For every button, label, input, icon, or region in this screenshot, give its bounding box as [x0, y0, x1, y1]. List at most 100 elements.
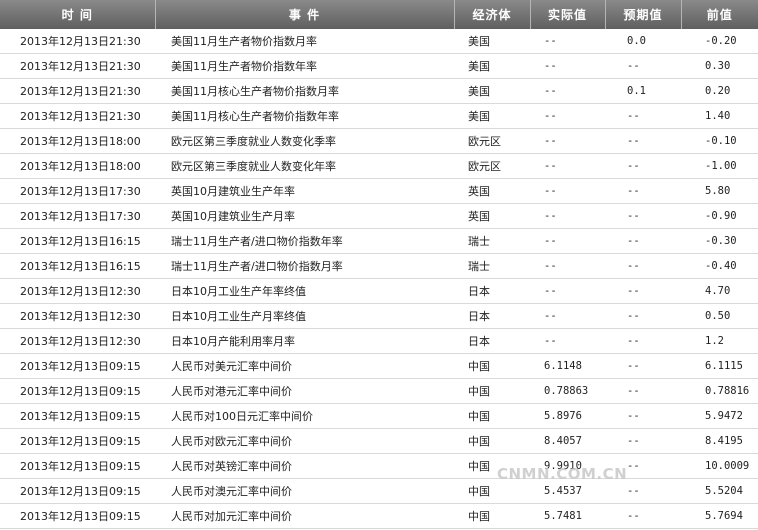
cell-economy: 中国 [454, 353, 530, 379]
cell-economy: 英国 [454, 178, 530, 204]
table-row: 2013年12月13日09:15 人民币对美元汇率中间价 中国 6.1148 -- 6.1… [0, 353, 758, 379]
cell-previous: 5.7694 [681, 503, 758, 529]
cell-time: 2013年12月13日17:30 [0, 178, 155, 204]
cell-economy: 美国 [454, 78, 530, 104]
economic-calendar-table: 时 间 事 件 经济体 实际值 预期值 前值 2013年12月13日21:30 美… [0, 0, 758, 529]
cell-time: 2013年12月13日21:30 [0, 103, 155, 129]
cell-previous: -0.30 [681, 228, 758, 254]
cell-event: 美国11月生产者物价指数年率 [155, 53, 454, 79]
cell-economy: 中国 [454, 378, 530, 404]
cell-forecast: -- [605, 103, 681, 129]
cell-event: 人民币对100日元汇率中间价 [155, 403, 454, 429]
table-row: 2013年12月13日16:15 瑞士11月生产者/进口物价指数月率 瑞士 -- -- -… [0, 253, 758, 279]
cell-forecast: -- [605, 378, 681, 404]
cell-actual: -- [530, 278, 605, 304]
cell-economy: 日本 [454, 328, 530, 354]
cell-event: 欧元区第三季度就业人数变化季率 [155, 128, 454, 154]
cell-actual: -- [530, 153, 605, 179]
cell-previous: 1.40 [681, 103, 758, 129]
cell-time: 2013年12月13日09:15 [0, 353, 155, 379]
cell-actual: 0.78863 [530, 378, 605, 404]
cell-actual: -- [530, 203, 605, 229]
cell-economy: 欧元区 [454, 128, 530, 154]
cell-event: 日本10月工业生产月率终值 [155, 303, 454, 329]
table-row: 2013年12月13日18:00 欧元区第三季度就业人数变化季率 欧元区 -- -- -0… [0, 128, 758, 154]
cell-time: 2013年12月13日16:15 [0, 253, 155, 279]
table-row: 2013年12月13日21:30 美国11月核心生产者物价指数年率 美国 -- -- 1.… [0, 103, 758, 129]
cell-economy: 中国 [454, 428, 530, 454]
table-header: 时 间 事 件 经济体 实际值 预期值 前值 [0, 0, 758, 29]
cell-actual: -- [530, 328, 605, 354]
cell-event: 美国11月核心生产者物价指数月率 [155, 78, 454, 104]
cell-forecast: -- [605, 128, 681, 154]
cell-actual: 6.1148 [530, 353, 605, 379]
cell-economy: 瑞士 [454, 228, 530, 254]
cell-forecast: -- [605, 503, 681, 529]
cell-actual: -- [530, 128, 605, 154]
header-event: 事 件 [155, 0, 455, 29]
cell-forecast: -- [605, 428, 681, 454]
cell-economy: 日本 [454, 278, 530, 304]
cell-forecast: -- [605, 203, 681, 229]
cell-previous: -0.20 [681, 29, 758, 54]
cell-time: 2013年12月13日09:15 [0, 403, 155, 429]
cell-previous: 0.20 [681, 78, 758, 104]
cell-time: 2013年12月13日16:15 [0, 228, 155, 254]
header-forecast: 预期值 [605, 0, 682, 29]
cell-event: 人民币对港元汇率中间价 [155, 378, 454, 404]
cell-actual: -- [530, 253, 605, 279]
table-body: 2013年12月13日21:30 美国11月生产者物价指数月率 美国 -- 0.0 -0.… [0, 29, 758, 529]
header-economy: 经济体 [454, 0, 531, 29]
cell-actual: 5.8976 [530, 403, 605, 429]
table-row: 2013年12月13日09:15 人民币对欧元汇率中间价 中国 8.4057 -- 8.4… [0, 428, 758, 454]
cell-previous: 6.1115 [681, 353, 758, 379]
cell-time: 2013年12月13日18:00 [0, 128, 155, 154]
cell-forecast: -- [605, 153, 681, 179]
table-row: 2013年12月13日12:30 日本10月工业生产年率终值 日本 -- -- 4.70 [0, 278, 758, 304]
cell-economy: 美国 [454, 53, 530, 79]
cell-event: 人民币对英镑汇率中间价 [155, 453, 454, 479]
cell-economy: 美国 [454, 29, 530, 54]
cell-previous: 1.2 [681, 328, 758, 354]
cell-previous: 0.50 [681, 303, 758, 329]
cell-previous: 5.9472 [681, 403, 758, 429]
cell-event: 美国11月生产者物价指数月率 [155, 29, 454, 54]
cell-event: 人民币对欧元汇率中间价 [155, 428, 454, 454]
table-row: 2013年12月13日17:30 英国10月建筑业生产年率 英国 -- -- 5.80 [0, 178, 758, 204]
cell-event: 人民币对澳元汇率中间价 [155, 478, 454, 504]
cell-actual: -- [530, 53, 605, 79]
cell-previous: -0.40 [681, 253, 758, 279]
cell-actual: -- [530, 103, 605, 129]
cell-forecast: -- [605, 303, 681, 329]
header-row: 时 间 事 件 经济体 实际值 预期值 前值 [0, 0, 758, 29]
cell-forecast: -- [605, 228, 681, 254]
cell-economy: 中国 [454, 503, 530, 529]
cell-event: 瑞士11月生产者/进口物价指数月率 [155, 253, 454, 279]
cell-time: 2013年12月13日09:15 [0, 428, 155, 454]
cell-forecast: -- [605, 53, 681, 79]
cell-previous: -0.90 [681, 203, 758, 229]
cell-previous: 5.5204 [681, 478, 758, 504]
header-actual: 实际值 [530, 0, 606, 29]
cell-actual: -- [530, 228, 605, 254]
cell-forecast: 0.0 [605, 29, 681, 54]
cell-economy: 中国 [454, 403, 530, 429]
cell-event: 美国11月核心生产者物价指数年率 [155, 103, 454, 129]
cell-time: 2013年12月13日21:30 [0, 53, 155, 79]
cell-forecast: -- [605, 328, 681, 354]
cell-time: 2013年12月13日12:30 [0, 303, 155, 329]
header-time: 时 间 [0, 0, 156, 29]
table-row: 2013年12月13日18:00 欧元区第三季度就业人数变化年率 欧元区 -- -- -1… [0, 153, 758, 179]
cell-forecast: 0.1 [605, 78, 681, 104]
cell-previous: -0.10 [681, 128, 758, 154]
cell-previous: -1.00 [681, 153, 758, 179]
header-previous: 前值 [681, 0, 758, 29]
cell-actual: -- [530, 303, 605, 329]
cell-previous: 0.30 [681, 53, 758, 79]
cell-event: 欧元区第三季度就业人数变化年率 [155, 153, 454, 179]
cell-event: 日本10月工业生产年率终值 [155, 278, 454, 304]
cell-time: 2013年12月13日17:30 [0, 203, 155, 229]
cell-actual: 8.4057 [530, 428, 605, 454]
cell-time: 2013年12月13日09:15 [0, 503, 155, 529]
cell-previous: 5.80 [681, 178, 758, 204]
